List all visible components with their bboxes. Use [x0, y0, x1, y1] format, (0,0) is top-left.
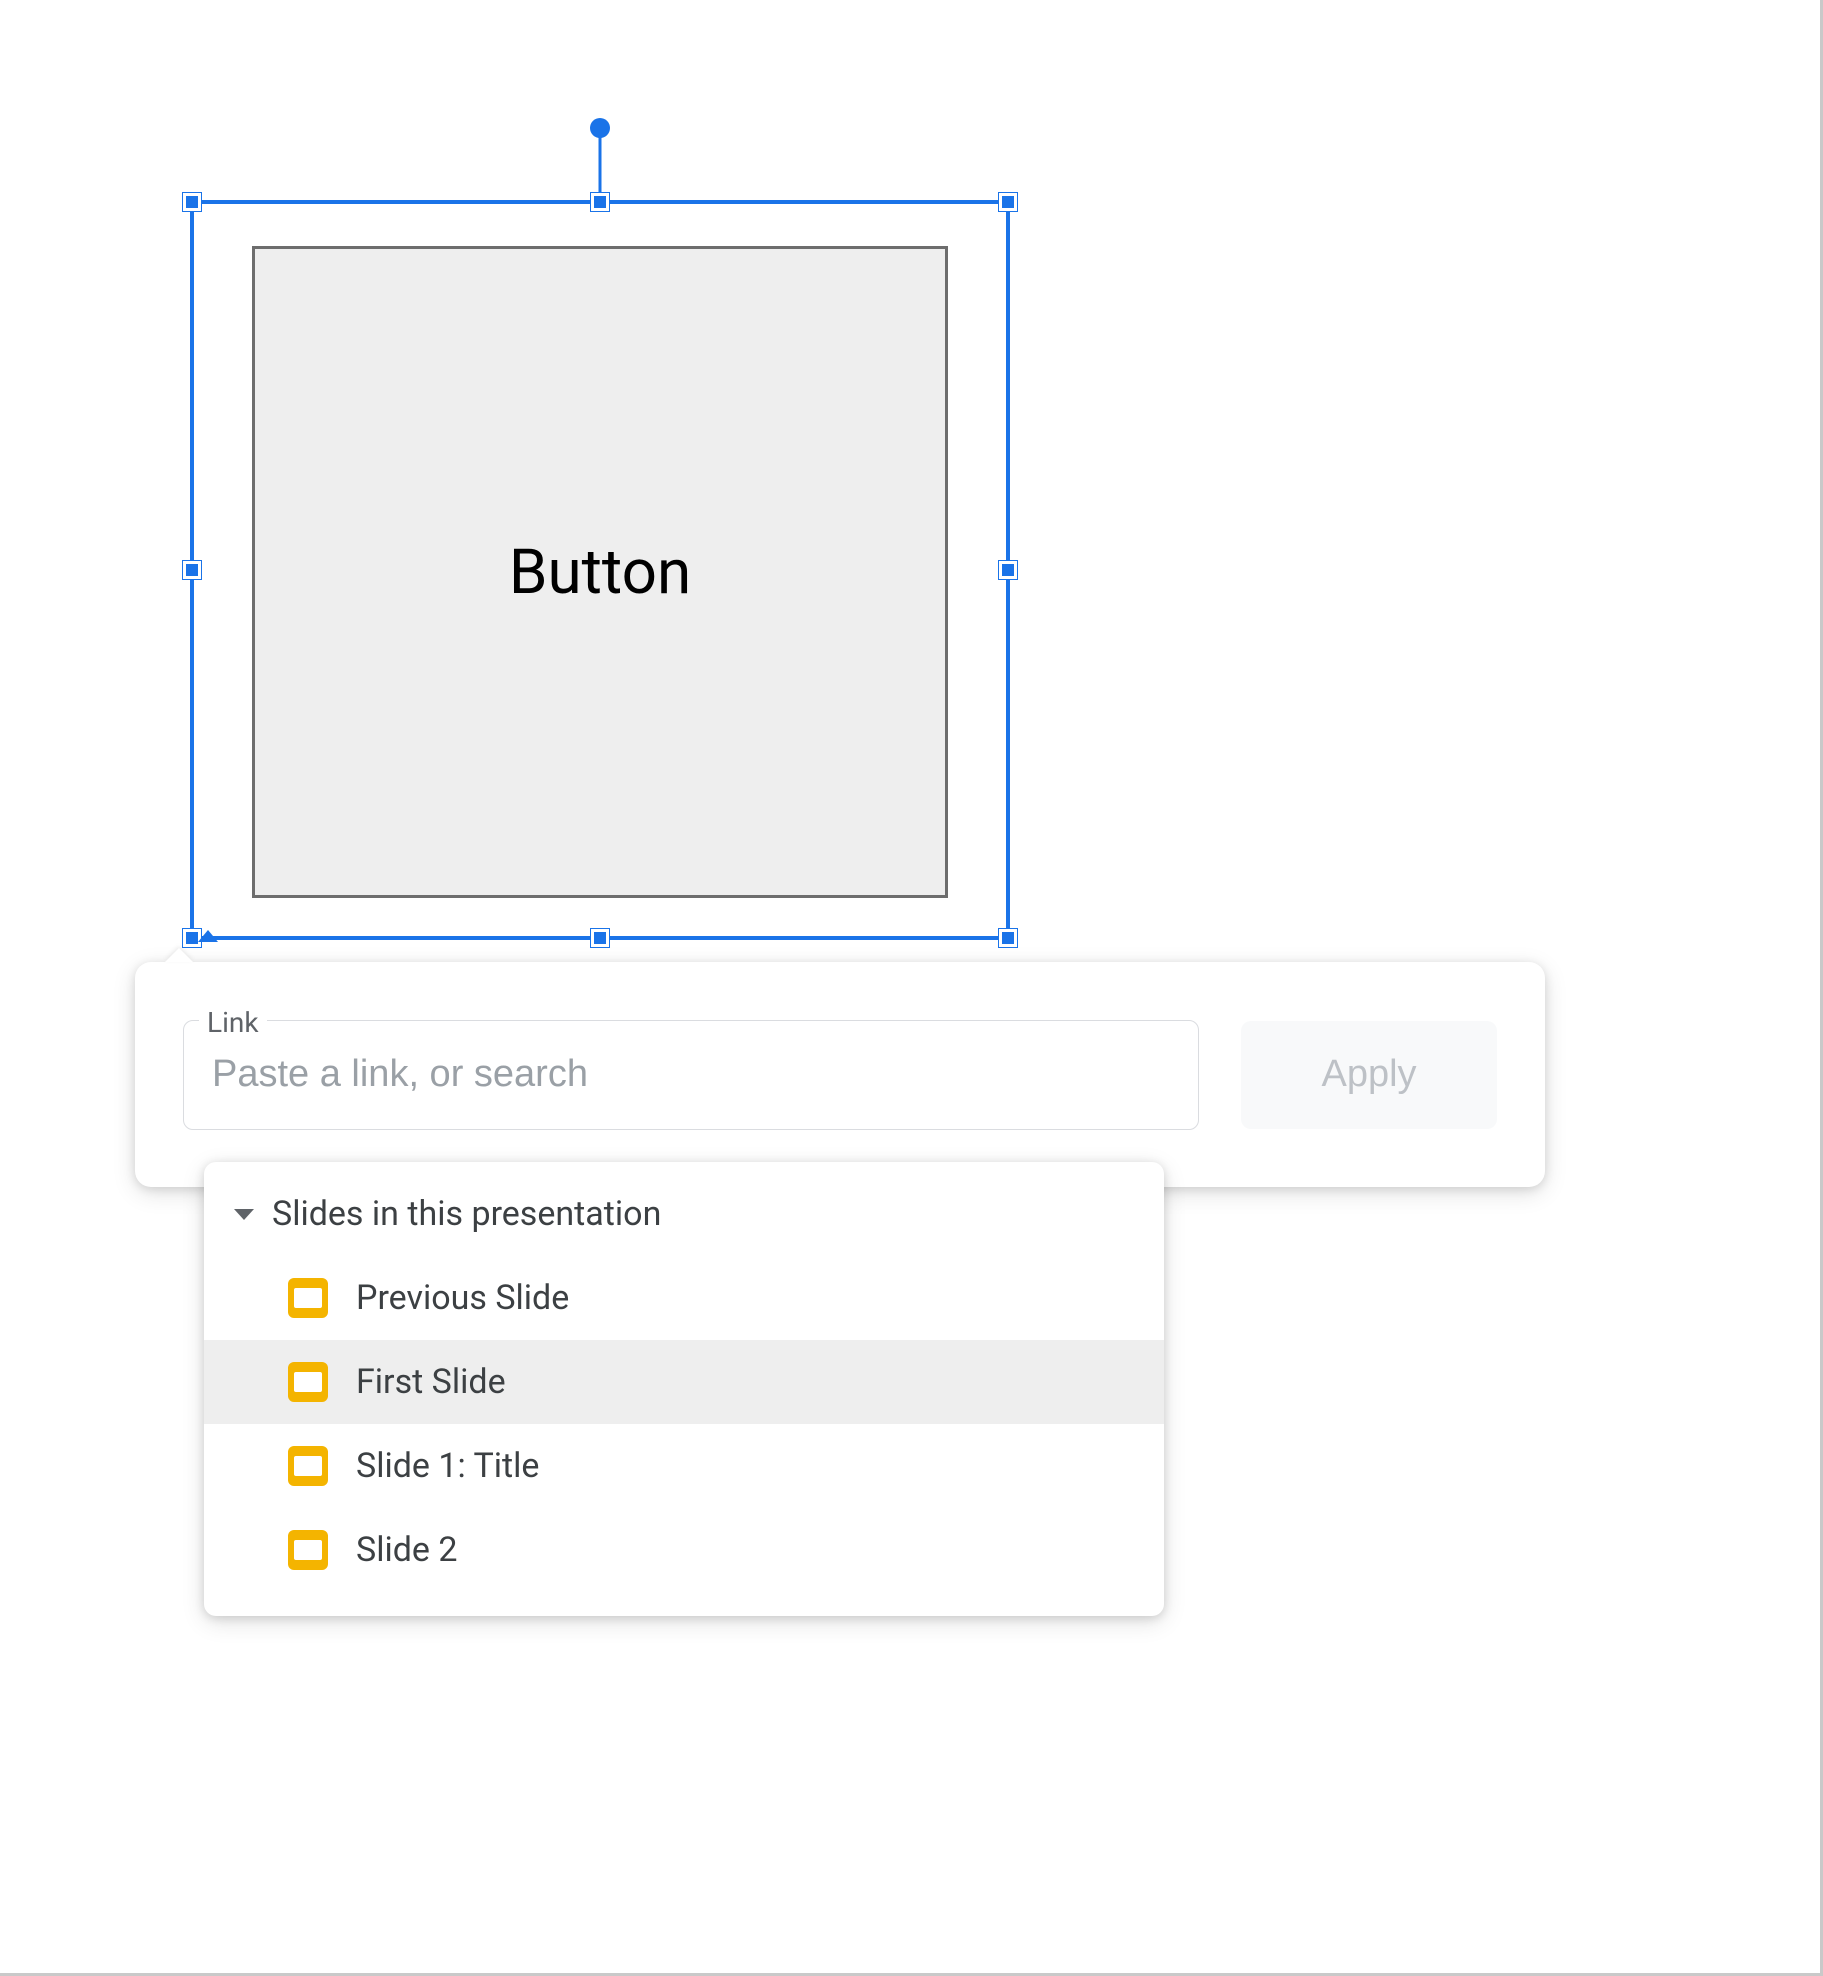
resize-handle-bottom-middle[interactable]: [591, 929, 609, 947]
slide-icon: [288, 1530, 328, 1570]
resize-handle-middle-right[interactable]: [999, 561, 1017, 579]
dropdown-item-label: Slide 2: [356, 1530, 457, 1570]
dropdown-item-label: Slide 1: Title: [356, 1446, 539, 1486]
dropdown-item-label: Previous Slide: [356, 1278, 569, 1318]
slide-icon: [288, 1362, 328, 1402]
shape-label: Button: [509, 536, 691, 609]
dropdown-item[interactable]: Previous Slide: [204, 1256, 1164, 1340]
dropdown-section-title: Slides in this presentation: [272, 1194, 661, 1234]
dropdown-item[interactable]: First Slide: [204, 1340, 1164, 1424]
rotate-handle[interactable]: [590, 118, 610, 138]
slide-icon: [288, 1278, 328, 1318]
dropdown-item-label: First Slide: [356, 1362, 506, 1402]
popup-arrow-icon: [165, 948, 193, 962]
insert-link-popup: Link Apply: [135, 962, 1545, 1187]
dropdown-item[interactable]: Slide 1: Title: [204, 1424, 1164, 1508]
slide-canvas[interactable]: Button Link Apply Slides in this present…: [0, 0, 1823, 1976]
resize-handle-middle-left[interactable]: [183, 561, 201, 579]
apply-button[interactable]: Apply: [1241, 1021, 1497, 1129]
link-anchor-icon: [198, 930, 218, 942]
slide-icon: [288, 1446, 328, 1486]
chevron-down-icon: [234, 1209, 254, 1220]
resize-handle-top-middle[interactable]: [591, 193, 609, 211]
dropdown-item[interactable]: Slide 2: [204, 1508, 1164, 1592]
selection-box[interactable]: Button: [190, 200, 1010, 940]
link-input[interactable]: [183, 1020, 1199, 1130]
resize-handle-top-left[interactable]: [183, 193, 201, 211]
dropdown-section-header[interactable]: Slides in this presentation: [204, 1188, 1164, 1256]
resize-handle-bottom-right[interactable]: [999, 929, 1017, 947]
rotate-connector: [599, 132, 602, 194]
link-suggestions-dropdown: Slides in this presentation Previous Sli…: [204, 1162, 1164, 1616]
resize-handle-top-right[interactable]: [999, 193, 1017, 211]
link-field-label: Link: [199, 1006, 267, 1039]
shape-rectangle[interactable]: Button: [252, 246, 948, 898]
link-field: Link: [183, 1020, 1199, 1130]
